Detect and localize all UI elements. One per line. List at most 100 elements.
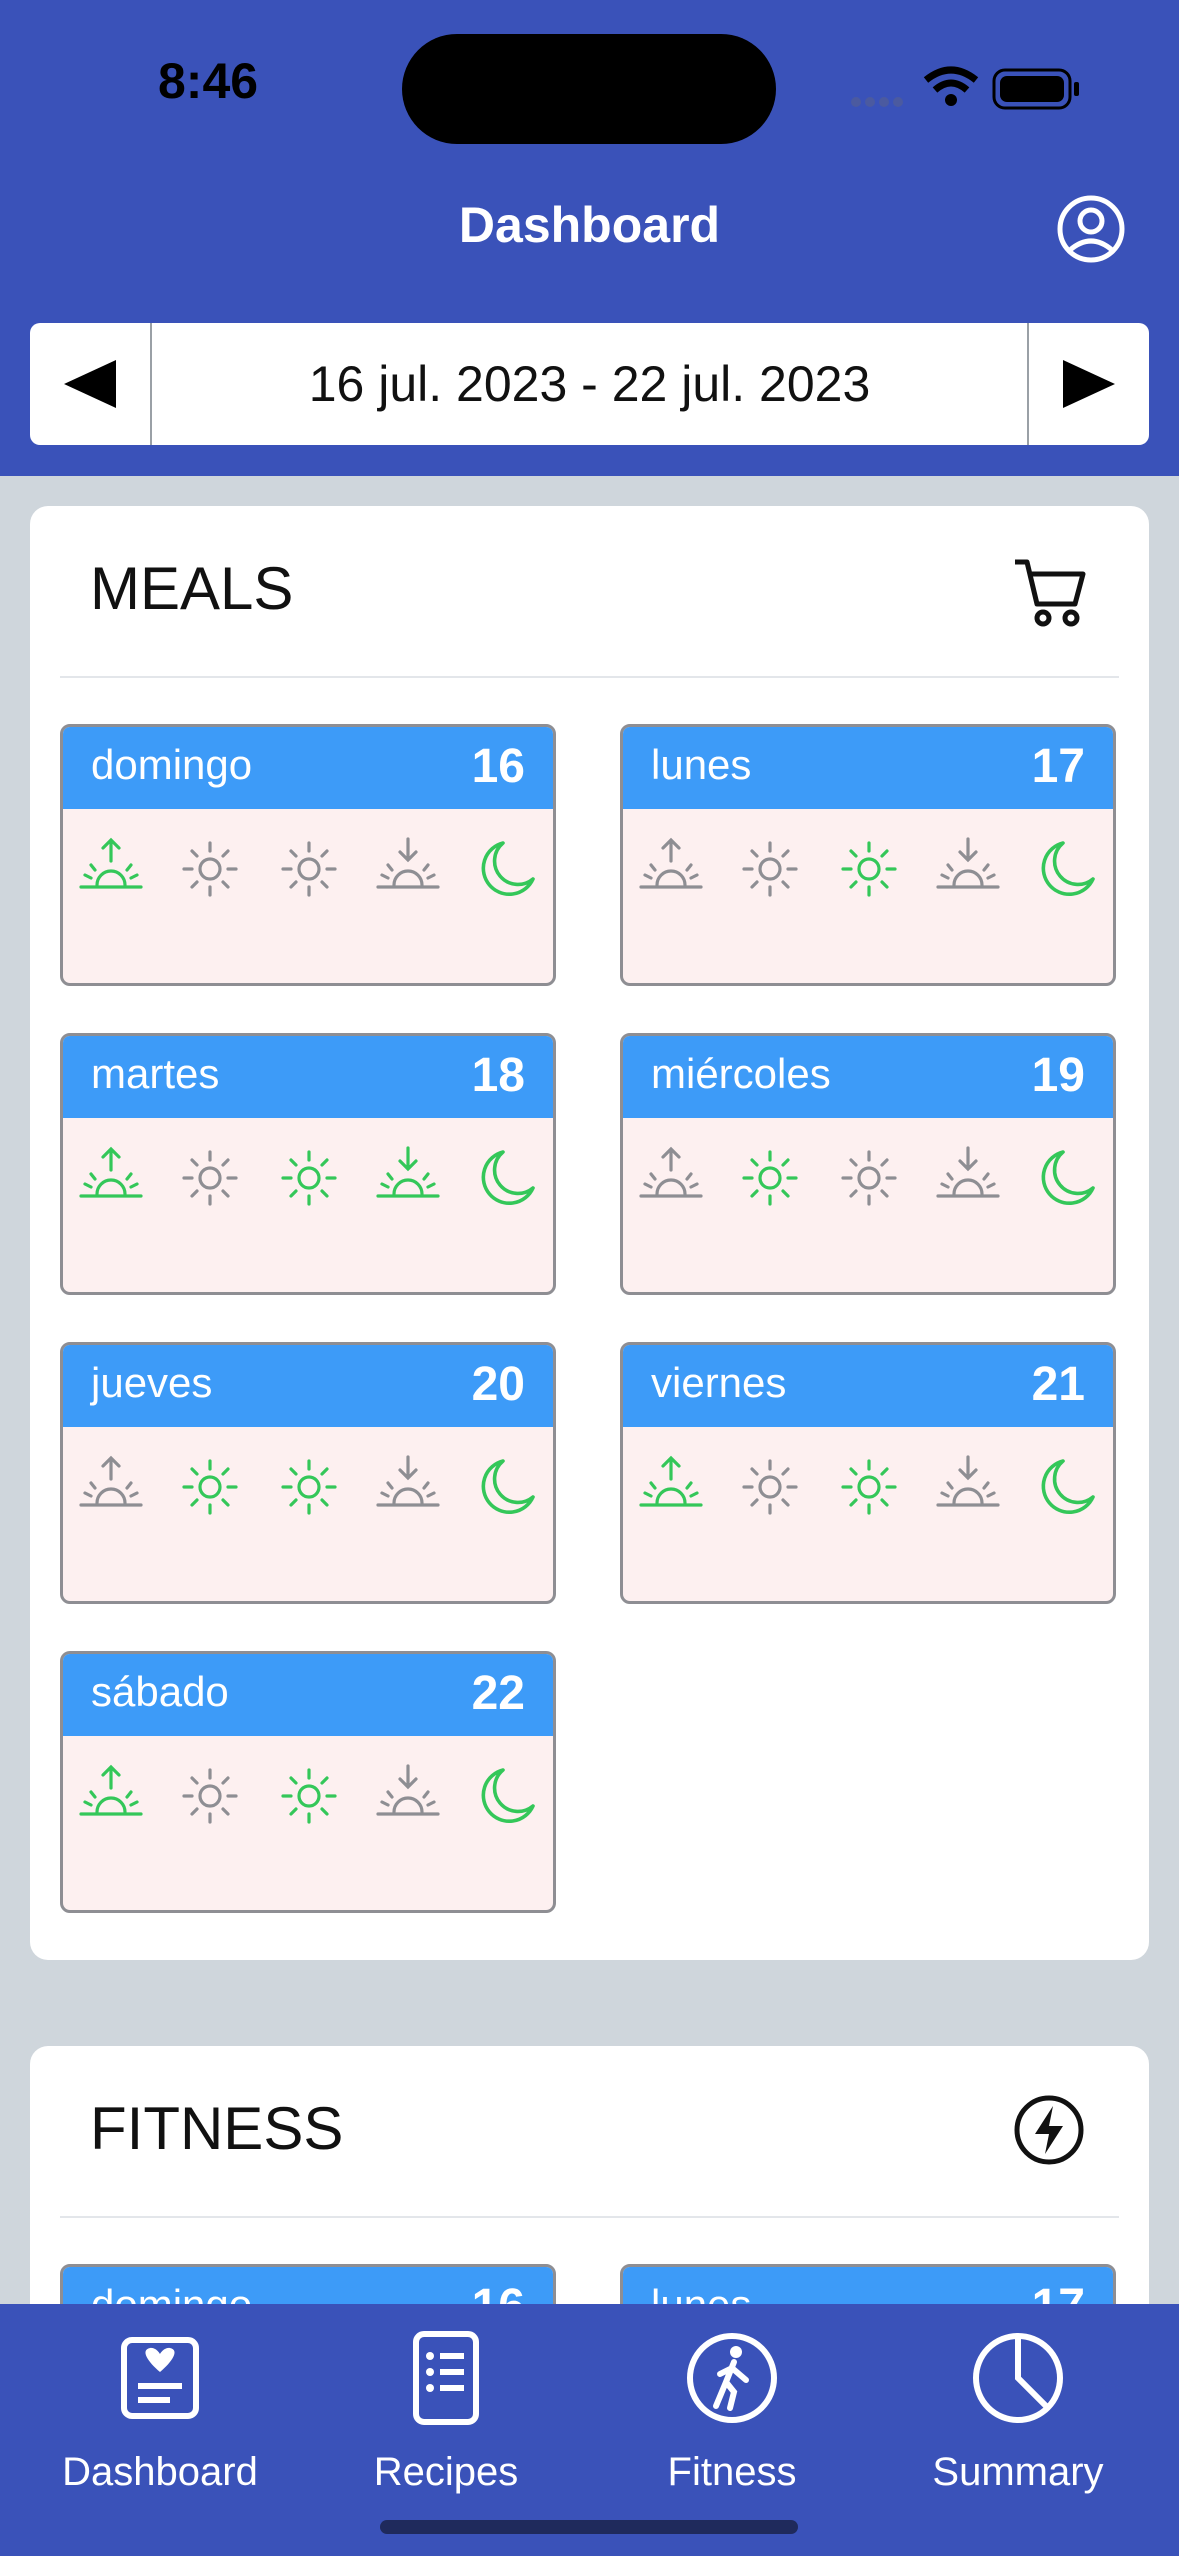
meal-slots — [63, 1134, 553, 1214]
meals-title: MEALS — [90, 555, 294, 622]
sunset-icon[interactable] — [374, 835, 442, 903]
meal-slots — [63, 825, 553, 905]
day-header: domingo 16 — [63, 727, 553, 809]
day-name: lunes — [651, 741, 752, 788]
triangle-right-icon — [1063, 360, 1115, 408]
tab-bar: Dashboard Recipes Fitness Summary — [0, 2304, 1179, 2556]
moon-icon[interactable] — [1033, 835, 1101, 903]
date-range: 16 jul. 2023 - 22 jul. 2023 — [308, 356, 871, 412]
previous-week-button[interactable] — [30, 323, 152, 445]
tab-label-recipes: Recipes — [373, 2450, 519, 2494]
tab-dashboard[interactable]: Dashboard — [30, 2304, 290, 2556]
summary-icon — [973, 2333, 1063, 2423]
top-header: 8:46 Dashboard 16 jul. 2023 - 22 jul. 20… — [0, 0, 1179, 476]
meals-day-card[interactable]: viernes 21 — [620, 1342, 1116, 1604]
meals-day-card[interactable]: domingo 16 — [60, 724, 556, 986]
day-number: 16 — [471, 740, 525, 793]
sunrise-icon[interactable] — [77, 1144, 145, 1212]
moon-icon[interactable] — [473, 1453, 541, 1521]
fitness-divider — [60, 2216, 1119, 2218]
sunset-icon[interactable] — [934, 1144, 1002, 1212]
sunset-icon[interactable] — [934, 1453, 1002, 1521]
sunrise-icon[interactable] — [637, 1453, 705, 1521]
sunrise-icon[interactable] — [77, 1453, 145, 1521]
cart-icon[interactable] — [1009, 550, 1089, 630]
meals-card: MEALS domingo 16 lunes 17 martes 18 miér… — [30, 506, 1149, 1960]
day-number: 19 — [1031, 1049, 1085, 1102]
meal-slots — [623, 825, 1113, 905]
moon-icon[interactable] — [1033, 1453, 1101, 1521]
meal-slots — [63, 1443, 553, 1523]
home-indicator — [380, 2520, 798, 2534]
meals-day-card[interactable]: lunes 17 — [620, 724, 1116, 986]
day-header: jueves 20 — [63, 1345, 553, 1427]
tab-label-summary: Summary — [932, 2450, 1104, 2494]
day-number: 18 — [471, 1049, 525, 1102]
day-header: sábado 22 — [63, 1654, 553, 1736]
tab-recipes[interactable]: Recipes — [316, 2304, 576, 2556]
meals-day-card[interactable]: miércoles 19 — [620, 1033, 1116, 1295]
day-number: 20 — [471, 1358, 525, 1411]
midday-sun-icon[interactable] — [275, 1762, 343, 1830]
morning-sun-icon[interactable] — [736, 1453, 804, 1521]
midday-sun-icon[interactable] — [275, 1144, 343, 1212]
midday-sun-icon[interactable] — [275, 1453, 343, 1521]
morning-sun-icon[interactable] — [176, 835, 244, 903]
moon-icon[interactable] — [473, 835, 541, 903]
morning-sun-icon[interactable] — [176, 1762, 244, 1830]
recipes-icon — [413, 2331, 479, 2425]
morning-sun-icon[interactable] — [176, 1453, 244, 1521]
midday-sun-icon[interactable] — [835, 1144, 903, 1212]
tab-summary[interactable]: Summary — [888, 2304, 1148, 2556]
fitness-title: FITNESS — [90, 2095, 344, 2162]
fitness-icon — [687, 2333, 777, 2423]
sunrise-icon[interactable] — [637, 1144, 705, 1212]
dynamic-island — [402, 34, 776, 144]
wifi-icon — [923, 66, 979, 106]
day-name: domingo — [91, 741, 253, 788]
next-week-button[interactable] — [1027, 323, 1149, 445]
sunset-icon[interactable] — [374, 1762, 442, 1830]
meals-divider — [60, 676, 1119, 678]
sunrise-icon[interactable] — [77, 835, 145, 903]
tab-label-dashboard: Dashboard — [62, 2450, 258, 2494]
lightning-icon[interactable] — [1009, 2090, 1089, 2170]
day-name: jueves — [91, 1359, 213, 1406]
sunrise-icon[interactable] — [77, 1762, 145, 1830]
day-name: miércoles — [651, 1050, 831, 1097]
morning-sun-icon[interactable] — [176, 1144, 244, 1212]
morning-sun-icon[interactable] — [736, 1144, 804, 1212]
moon-icon[interactable] — [1033, 1144, 1101, 1212]
dashboard-icon — [121, 2337, 199, 2419]
moon-icon[interactable] — [473, 1144, 541, 1212]
meals-day-card[interactable]: jueves 20 — [60, 1342, 556, 1604]
meals-day-card[interactable]: martes 18 — [60, 1033, 556, 1295]
day-header: lunes 17 — [623, 727, 1113, 809]
day-header: martes 18 — [63, 1036, 553, 1118]
moon-icon[interactable] — [473, 1762, 541, 1830]
date-selector: 16 jul. 2023 - 22 jul. 2023 — [30, 323, 1149, 445]
status-time: 8:46 — [158, 53, 259, 109]
sunset-icon[interactable] — [934, 835, 1002, 903]
midday-sun-icon[interactable] — [835, 835, 903, 903]
meal-slots — [63, 1752, 553, 1832]
battery-icon — [992, 68, 1079, 110]
tab-label-fitness: Fitness — [667, 2450, 797, 2494]
sunset-icon[interactable] — [374, 1144, 442, 1212]
page-title: Dashboard — [458, 197, 721, 253]
day-name: sábado — [91, 1668, 229, 1715]
meal-slots — [623, 1443, 1113, 1523]
midday-sun-icon[interactable] — [275, 835, 343, 903]
midday-sun-icon[interactable] — [835, 1453, 903, 1521]
meal-slots — [623, 1134, 1113, 1214]
morning-sun-icon[interactable] — [736, 835, 804, 903]
sunset-icon[interactable] — [374, 1453, 442, 1521]
day-header: viernes 21 — [623, 1345, 1113, 1427]
tab-fitness[interactable]: Fitness — [602, 2304, 862, 2556]
sunrise-icon[interactable] — [637, 835, 705, 903]
day-header: miércoles 19 — [623, 1036, 1113, 1118]
profile-icon[interactable] — [1056, 194, 1126, 264]
day-name: viernes — [651, 1359, 787, 1406]
status-icons — [851, 66, 1079, 110]
meals-day-card[interactable]: sábado 22 — [60, 1651, 556, 1913]
